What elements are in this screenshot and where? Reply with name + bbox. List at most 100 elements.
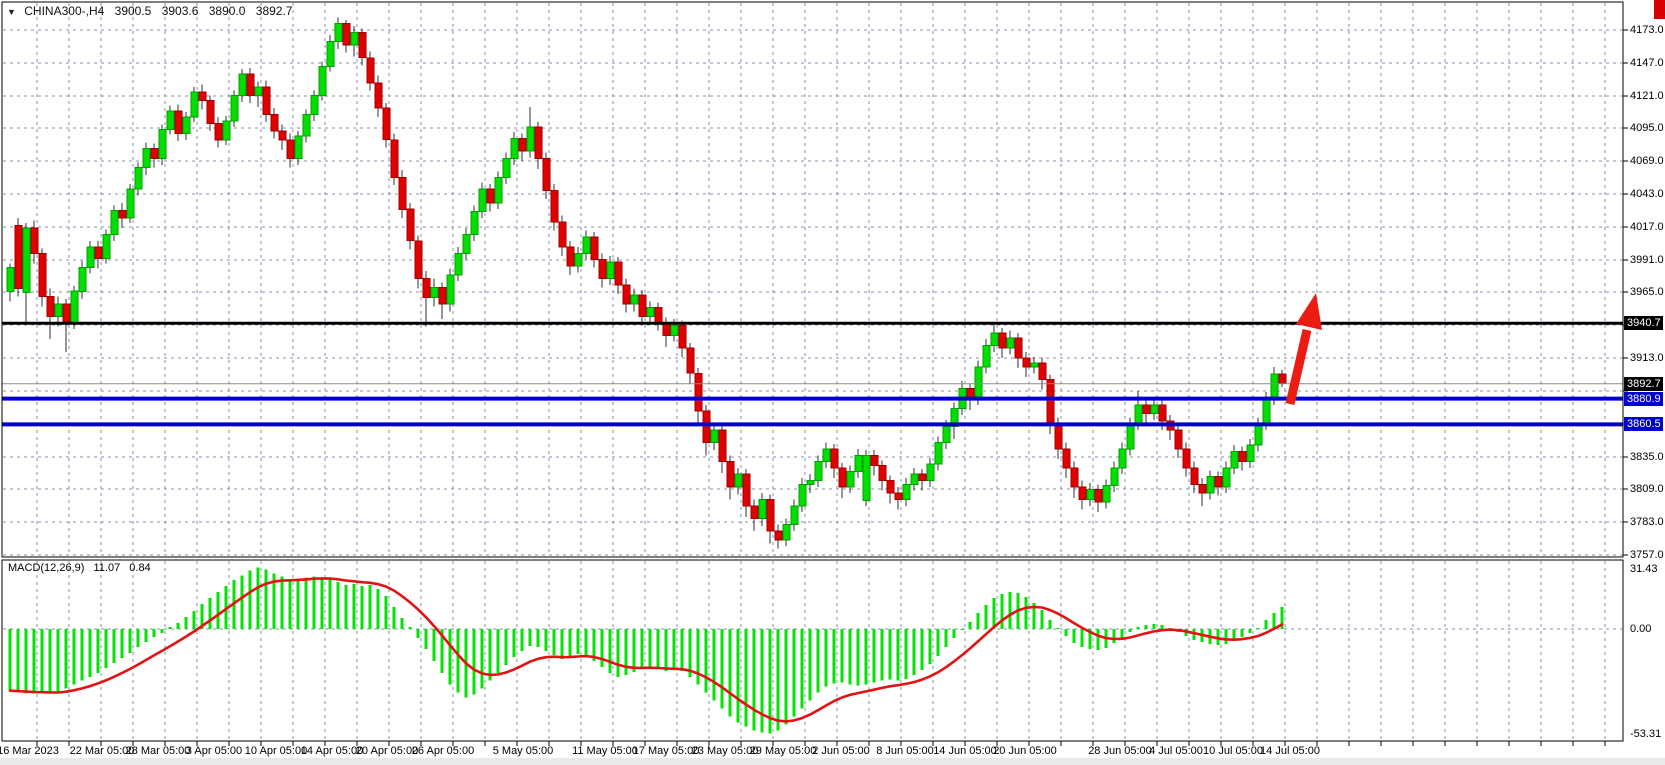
candle-body (7, 267, 14, 291)
ohlc-open: 3900.5 (115, 4, 152, 18)
candle-body (31, 228, 38, 253)
candle-body (215, 123, 222, 139)
time-tick-label: 20 Jun 05:00 (993, 744, 1057, 758)
price-line-label: 3860.5 (1624, 417, 1663, 431)
time-tick-label: 10 Apr 05:00 (245, 744, 307, 758)
candle-body (527, 127, 534, 151)
candle-body (1215, 477, 1222, 487)
candle-body (1223, 468, 1230, 487)
candle-body (695, 373, 702, 411)
macd-signal-value: 0.84 (129, 562, 150, 574)
chart-title: ▼ CHINA300-,H4 3900.5 3903.6 3890.0 3892… (7, 4, 299, 18)
time-tick-label: 20 Apr 05:00 (356, 744, 418, 758)
price-tick-label: 3809.0 (1630, 482, 1664, 496)
candle-body (631, 295, 638, 304)
candle-body (983, 346, 990, 368)
candle-body (247, 74, 254, 96)
candle-body (887, 481, 894, 494)
time-tick-label: 28 Jun 05:00 (1088, 744, 1152, 758)
symbol-timeframe-label: CHINA300-,H4 (24, 4, 104, 18)
candle-body (319, 67, 326, 96)
candle-body (407, 209, 414, 241)
time-tick-label: 10 Jul 05:00 (1203, 744, 1263, 758)
trading-chart-window: ▼ CHINA300-,H4 3900.5 3903.6 3890.0 3892… (0, 0, 1665, 765)
candle-body (703, 411, 710, 443)
candle-body (1247, 445, 1254, 461)
candle-body (727, 462, 734, 487)
candle-body (735, 474, 742, 487)
candle-body (375, 83, 382, 108)
candle-body (183, 117, 190, 133)
candle-body (479, 189, 486, 212)
candle-body (423, 279, 430, 298)
price-tick-label: 4069.0 (1630, 154, 1664, 168)
candle-body (255, 87, 262, 96)
candle-body (1063, 449, 1070, 468)
candle-body (519, 139, 526, 152)
time-tick-label: 23 May 05:00 (692, 744, 759, 758)
candle-body (791, 506, 798, 525)
candle-body (103, 234, 110, 258)
candle-body (671, 325, 678, 335)
candle-body (551, 190, 558, 222)
candle-body (1231, 452, 1238, 468)
candle-body (815, 462, 822, 481)
price-tick-label: 3991.0 (1630, 253, 1664, 267)
symbol-dropdown-icon[interactable]: ▼ (7, 7, 16, 17)
candle-body (383, 108, 390, 140)
candle-body (743, 474, 750, 506)
candle-body (1111, 468, 1118, 486)
candle-body (1279, 374, 1286, 384)
candle-body (263, 87, 270, 115)
candle-body (991, 333, 998, 346)
candle-body (511, 139, 518, 159)
macd-value: 11.07 (93, 562, 120, 574)
candle-body (503, 159, 510, 178)
price-tick-label: 3835.0 (1630, 450, 1664, 464)
candle-body (1199, 484, 1206, 493)
candle-body (471, 212, 478, 235)
candle-body (351, 33, 358, 46)
candle-body (327, 41, 334, 66)
candle-body (335, 24, 342, 42)
window-corner-marker (1654, 0, 1665, 19)
candle-body (1127, 424, 1134, 449)
candle-body (567, 247, 574, 266)
time-tick-label: 17 May 05:00 (633, 744, 700, 758)
candle-body (367, 58, 374, 83)
candle-body (839, 468, 846, 487)
candle-body (303, 115, 310, 137)
candle-body (175, 111, 182, 134)
candle-body (87, 247, 94, 267)
candle-body (1087, 489, 1094, 499)
candle-body (343, 24, 350, 46)
candle-body (1175, 430, 1182, 449)
candle-body (359, 33, 366, 58)
candle-body (879, 465, 886, 480)
time-tick-label: 16 Mar 2023 (0, 744, 59, 758)
candle-body (295, 136, 302, 159)
candle-body (1031, 363, 1038, 367)
candle-body (719, 430, 726, 462)
time-tick-label: 29 May 05:00 (750, 744, 817, 758)
candle-body (615, 262, 622, 285)
candle-body (127, 189, 134, 218)
bottom-margin-strip (0, 758, 1665, 765)
candle-body (1119, 449, 1126, 468)
candle-body (823, 449, 830, 462)
time-tick-label: 28 Mar 05:00 (126, 744, 191, 758)
candle-body (807, 481, 814, 485)
candle-body (591, 237, 598, 260)
candle-body (847, 472, 854, 487)
candle-body (47, 296, 54, 316)
price-line-label: 3892.7 (1624, 377, 1663, 391)
chart-canvas[interactable] (0, 0, 1665, 765)
candle-body (655, 308, 662, 323)
candle-body (1159, 405, 1166, 421)
candle-body (199, 92, 206, 101)
candle-body (559, 222, 566, 247)
candle-body (1039, 363, 1046, 379)
candle-body (775, 531, 782, 540)
candle-body (903, 484, 910, 499)
time-tick-label: 14 Jul 05:00 (1260, 744, 1320, 758)
